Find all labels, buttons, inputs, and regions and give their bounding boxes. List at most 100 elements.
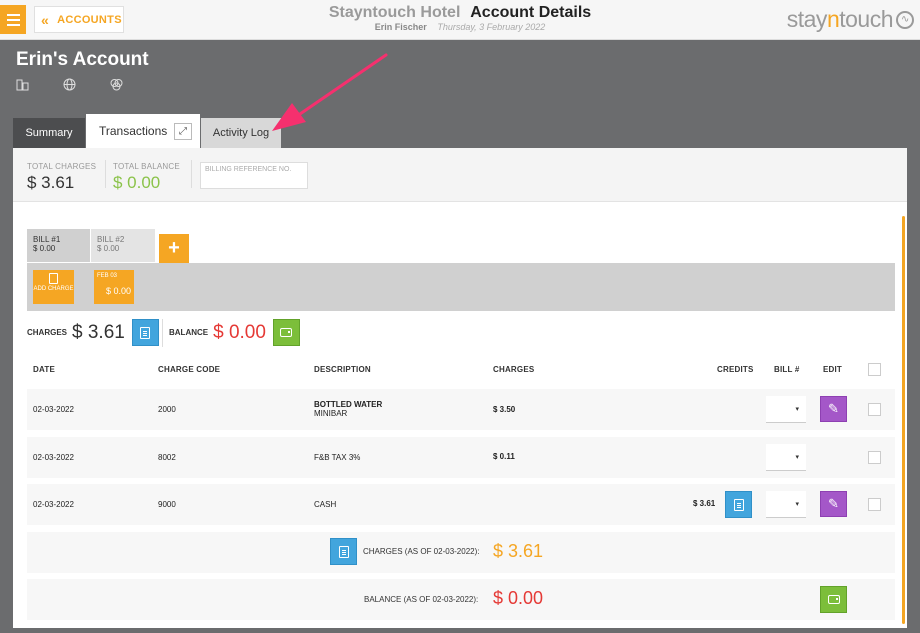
building-icon[interactable] [16, 78, 29, 91]
bill-label: BILL #2 [97, 235, 125, 244]
divider [162, 319, 163, 347]
transactions-panel: TOTAL CHARGES $ 3.61 TOTAL BALANCE $ 0.0… [13, 148, 907, 628]
scrollbar[interactable] [902, 216, 905, 624]
balance-total-label: BALANCE (AS OF 02-03-2022): [364, 595, 479, 604]
expand-icon[interactable]: ⤢ [174, 123, 192, 140]
row-description: BOTTLED WATER [314, 400, 383, 409]
bill-select[interactable]: ▾ [766, 444, 806, 471]
user-name: Erin Fischer [374, 22, 427, 32]
wallet-icon [827, 595, 840, 604]
stayntouch-logo: stay n touch ∿ [787, 6, 914, 33]
total-charges-label: TOTAL CHARGES [27, 162, 97, 171]
payment-button[interactable] [272, 319, 300, 346]
circles-icon[interactable] [110, 78, 123, 91]
add-charge-button[interactable]: ADD CHARGE [33, 270, 74, 304]
tab-transactions[interactable]: Transactions ⤢ [86, 114, 200, 148]
register-icon [49, 273, 58, 284]
pulse-icon: ∿ [896, 10, 914, 29]
logo-text-3: touch [839, 6, 893, 32]
row-checkbox[interactable] [868, 498, 881, 511]
billing-reference-input[interactable]: BILLING REFERENCE NO. [200, 162, 308, 189]
divider [191, 160, 192, 188]
bill-select[interactable]: ▾ [766, 396, 806, 423]
charges-total-row: CHARGES (AS OF 02-03-2022): $ 3.61 [27, 532, 895, 573]
row-charge-code: 9000 [158, 500, 176, 509]
print-charges-button[interactable] [131, 319, 159, 346]
divider [105, 160, 106, 188]
globe-icon[interactable] [63, 78, 76, 91]
wallet-icon [280, 328, 293, 337]
print-charges-total-button[interactable] [330, 538, 357, 565]
tab-summary[interactable]: Summary [13, 118, 85, 148]
row-checkbox[interactable] [868, 403, 881, 416]
page-title: Stayntouch Hotel Account Details [0, 4, 920, 22]
total-balance-label: TOTAL BALANCE [113, 162, 180, 171]
receipt-button[interactable] [725, 491, 752, 518]
edit-button[interactable]: ✎ [820, 491, 847, 517]
column-header-credits: CREDITS [717, 365, 754, 374]
add-charge-label: ADD CHARGE [33, 286, 74, 292]
account-type-icons [16, 78, 123, 91]
balance-label: BALANCE [169, 328, 209, 337]
add-bill-button[interactable]: + [159, 234, 189, 263]
day-chip-amount: $ 0.00 [105, 286, 131, 296]
column-header-date: DATE [33, 365, 55, 374]
header-subtitle: Erin Fischer Thursday, 3 February 2022 [0, 22, 920, 32]
row-description: F&B TAX 3% [314, 453, 361, 462]
bill-amount: $ 0.00 [33, 244, 56, 253]
row-charges: $ 3.50 [493, 405, 516, 414]
day-chip[interactable]: FEB 03 $ 0.00 [94, 270, 134, 304]
row-charges: $ 0.11 [493, 452, 515, 461]
row-date: 02-03-2022 [33, 453, 74, 462]
row-checkbox[interactable] [868, 451, 881, 464]
business-date: Thursday, 3 February 2022 [437, 22, 546, 32]
pencil-icon: ✎ [828, 496, 839, 511]
pencil-icon: ✎ [828, 401, 839, 416]
balance-total-value: $ 0.00 [493, 588, 544, 608]
column-header-edit: EDIT [823, 365, 843, 374]
logo-text-1: stay [786, 6, 828, 32]
document-icon [338, 545, 349, 558]
row-date: 02-03-2022 [33, 500, 74, 509]
charges-summary: CHARGES $ 3.61 [27, 319, 159, 346]
row-description-sub: MINIBAR [314, 409, 348, 418]
tab-activity-log[interactable]: Activity Log [201, 118, 281, 148]
bill-amount: $ 0.00 [97, 244, 120, 253]
hotel-name: Stayntouch Hotel [328, 4, 461, 21]
bill-tab-1[interactable]: BILL #1 $ 0.00 [27, 229, 90, 262]
total-charges: TOTAL CHARGES $ 3.61 [27, 162, 96, 193]
top-bar: « ACCOUNTS Stayntouch Hotel Account Deta… [0, 0, 920, 40]
charges-value: $ 3.61 [72, 321, 125, 343]
select-all-checkbox[interactable] [868, 363, 881, 376]
account-title: Erin's Account [16, 49, 149, 70]
charges-total-label: CHARGES (AS OF 02-03-2022): [363, 547, 480, 556]
balance-summary: BALANCE $ 0.00 [169, 319, 300, 346]
bill-select[interactable]: ▾ [766, 491, 806, 518]
total-balance: TOTAL BALANCE $ 0.00 [113, 162, 180, 193]
table-row[interactable]: 02-03-2022 2000 BOTTLED WATER MINIBAR $ … [27, 389, 895, 430]
edit-button[interactable]: ✎ [820, 396, 847, 422]
charges-label: CHARGES [27, 328, 68, 337]
tab-transactions-label: Transactions [99, 124, 168, 138]
table-row[interactable]: 02-03-2022 8002 F&B TAX 3% $ 0.11 ▾ [27, 437, 895, 478]
pay-balance-button[interactable] [820, 586, 847, 613]
totals-bar: TOTAL CHARGES $ 3.61 TOTAL BALANCE $ 0.0… [13, 148, 907, 202]
column-header-charges: CHARGES [493, 365, 535, 374]
day-bar [27, 263, 895, 311]
bill-tab-2[interactable]: BILL #2 $ 0.00 [91, 229, 155, 262]
balance-value: $ 0.00 [213, 321, 266, 343]
table-row[interactable]: 02-03-2022 9000 CASH $ 3.61 ▾ ✎ [27, 484, 895, 525]
row-charge-code: 2000 [158, 405, 176, 414]
logo-text-2: n [826, 6, 840, 32]
bill-label: BILL #1 [33, 235, 61, 244]
document-icon [733, 498, 744, 511]
row-credits: $ 3.61 [693, 499, 716, 508]
charges-total-value: $ 3.61 [493, 541, 544, 561]
column-header-bill: BILL # [774, 365, 800, 374]
page-heading: Account Details [470, 4, 592, 21]
column-header-charge-code: CHARGE CODE [158, 365, 221, 374]
column-header-description: DESCRIPTION [314, 365, 371, 374]
row-description: CASH [314, 500, 337, 509]
row-charge-code: 8002 [158, 453, 176, 462]
row-date: 02-03-2022 [33, 405, 74, 414]
